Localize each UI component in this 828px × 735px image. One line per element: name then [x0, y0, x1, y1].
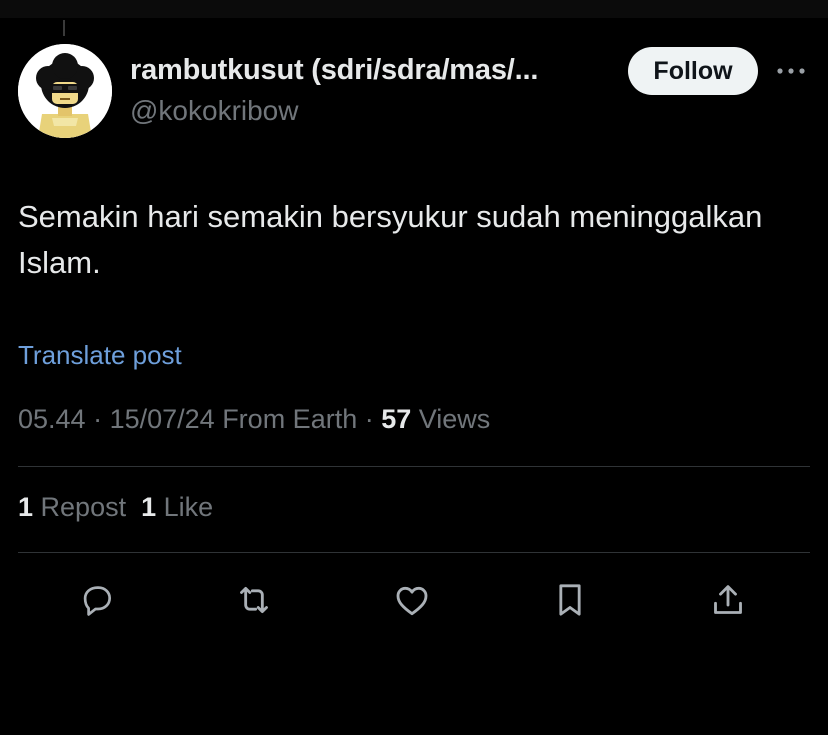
repost-button[interactable] — [232, 578, 276, 622]
post-source: From Earth — [214, 404, 358, 434]
repost-icon — [240, 586, 268, 614]
reposts-stat[interactable]: 1 Repost — [18, 492, 126, 522]
follow-button[interactable]: Follow — [628, 47, 758, 95]
meta-separator: · — [357, 404, 382, 434]
post-stats: 1 Repost 1 Like — [18, 492, 213, 523]
translate-post-link[interactable]: Translate post — [18, 340, 182, 371]
more-horizontal-icon — [777, 68, 805, 74]
likes-label: Like — [156, 492, 214, 522]
likes-count: 1 — [141, 492, 157, 522]
views-count: 57 — [381, 404, 412, 434]
heart-icon — [396, 586, 428, 616]
divider — [18, 552, 810, 553]
reposts-count: 1 — [18, 492, 34, 522]
afro-sunglasses-avatar-icon — [18, 44, 112, 138]
bookmark-button[interactable] — [548, 578, 592, 622]
like-button[interactable] — [390, 578, 434, 622]
author-display-name[interactable]: rambutkusut (sdri/sdra/mas/... — [130, 54, 538, 87]
post-time[interactable]: 05.44 — [18, 404, 86, 434]
post-date[interactable]: 15/07/24 — [110, 404, 215, 434]
meta-separator: · — [85, 404, 110, 434]
likes-stat[interactable]: 1 Like — [141, 492, 213, 522]
more-options-button[interactable] — [774, 58, 808, 84]
reply-button[interactable] — [75, 578, 119, 622]
post-meta: 05.44 · 15/07/24 From Earth · 57 Views — [18, 404, 490, 435]
avatar[interactable] — [18, 44, 112, 138]
post-text: Semakin hari semakin bersyukur sudah men… — [18, 199, 763, 280]
share-icon — [714, 585, 742, 614]
top-edge-strip — [0, 0, 828, 18]
views-label: Views — [411, 404, 491, 434]
author-handle[interactable]: @kokokribow — [130, 95, 298, 127]
share-button[interactable] — [706, 578, 750, 622]
reposts-label: Repost — [33, 492, 127, 522]
thread-connector-line — [63, 20, 65, 36]
divider — [18, 466, 810, 467]
bookmark-icon — [559, 584, 581, 616]
reply-icon — [83, 586, 112, 616]
